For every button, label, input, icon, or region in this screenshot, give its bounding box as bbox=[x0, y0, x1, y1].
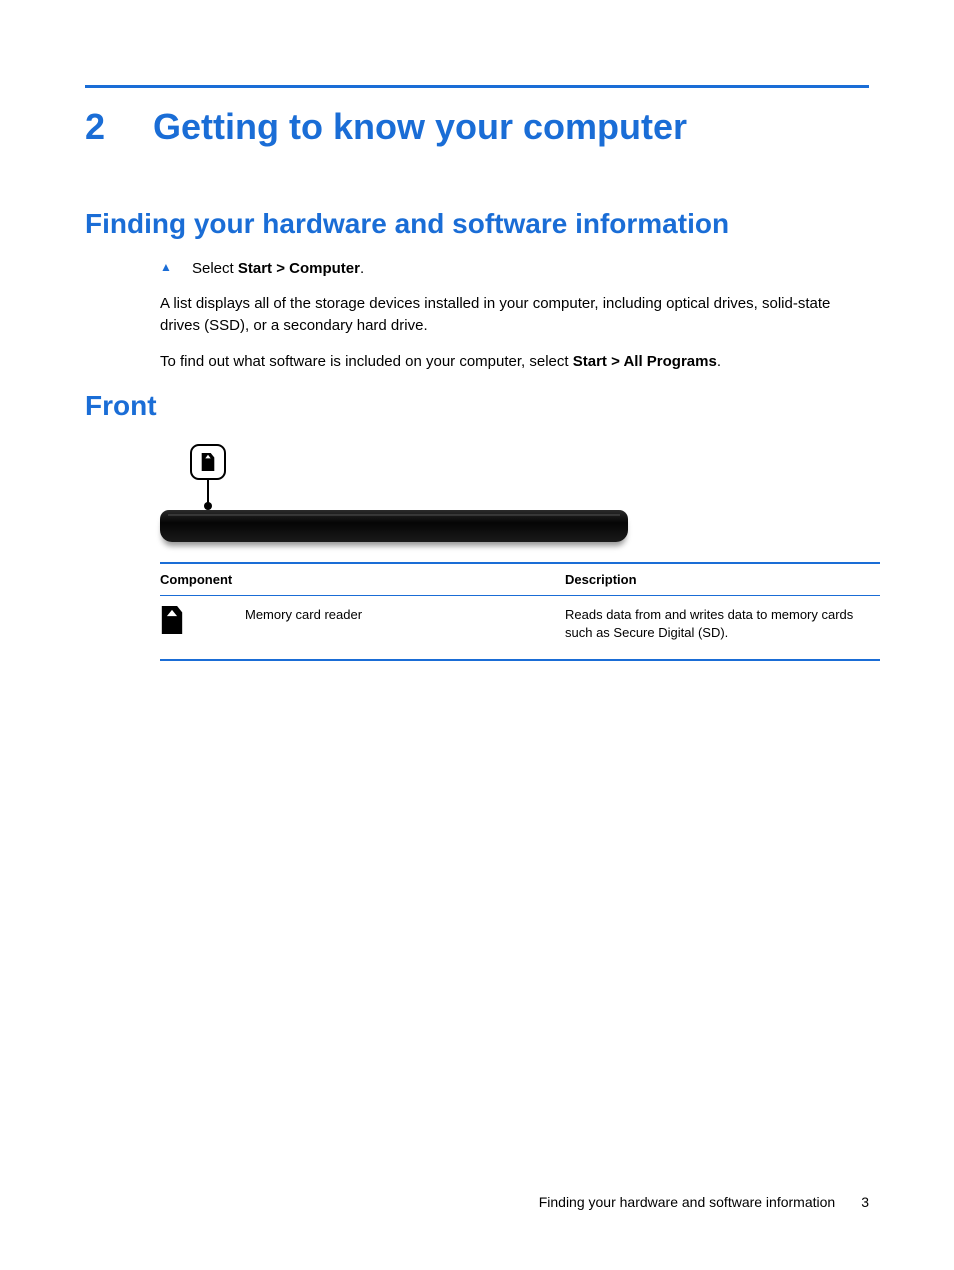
footer-page-number: 3 bbox=[861, 1194, 869, 1210]
bullet-item: ▲ Select Start > Computer. bbox=[160, 258, 869, 279]
component-icon-cell bbox=[160, 596, 245, 660]
header-component: Component bbox=[160, 563, 565, 596]
callout-bubble bbox=[190, 444, 226, 480]
table-header-row: Component Description bbox=[160, 563, 880, 596]
para2-bold: Start > All Programs bbox=[573, 353, 717, 370]
para2-prefix: To find out what software is included on… bbox=[160, 353, 573, 370]
callout-leader-line bbox=[207, 480, 209, 504]
components-table: Component Description Memory card reader… bbox=[160, 562, 880, 660]
memory-card-icon bbox=[160, 606, 184, 634]
para-software: To find out what software is included on… bbox=[160, 351, 869, 373]
bullet-bold: Start > Computer bbox=[238, 260, 360, 277]
para-storage-list: A list displays all of the storage devic… bbox=[160, 293, 869, 337]
section-heading-front: Front bbox=[85, 390, 869, 422]
header-description: Description bbox=[565, 563, 880, 596]
component-name: Memory card reader bbox=[245, 596, 565, 660]
laptop-front-edge bbox=[160, 510, 628, 542]
chapter-title: 2 Getting to know your computer bbox=[85, 106, 869, 148]
section-heading-finding: Finding your hardware and software infor… bbox=[85, 208, 869, 240]
component-description: Reads data from and writes data to memor… bbox=[565, 596, 880, 660]
memory-card-icon bbox=[199, 453, 217, 471]
bullet-text: Select Start > Computer. bbox=[192, 258, 364, 279]
para2-suffix: . bbox=[717, 353, 721, 370]
bullet-prefix: Select bbox=[192, 260, 238, 277]
page-footer: Finding your hardware and software infor… bbox=[539, 1194, 869, 1210]
laptop-front-diagram bbox=[160, 444, 869, 542]
top-rule bbox=[85, 85, 869, 88]
table-row: Memory card reader Reads data from and w… bbox=[160, 596, 880, 660]
chapter-title-text: Getting to know your computer bbox=[153, 106, 687, 148]
footer-section-text: Finding your hardware and software infor… bbox=[539, 1194, 836, 1210]
chapter-number: 2 bbox=[85, 106, 153, 148]
bullet-suffix: . bbox=[360, 260, 364, 277]
section1-body: ▲ Select Start > Computer. A list displa… bbox=[160, 258, 869, 372]
triangle-bullet-icon: ▲ bbox=[160, 258, 192, 274]
